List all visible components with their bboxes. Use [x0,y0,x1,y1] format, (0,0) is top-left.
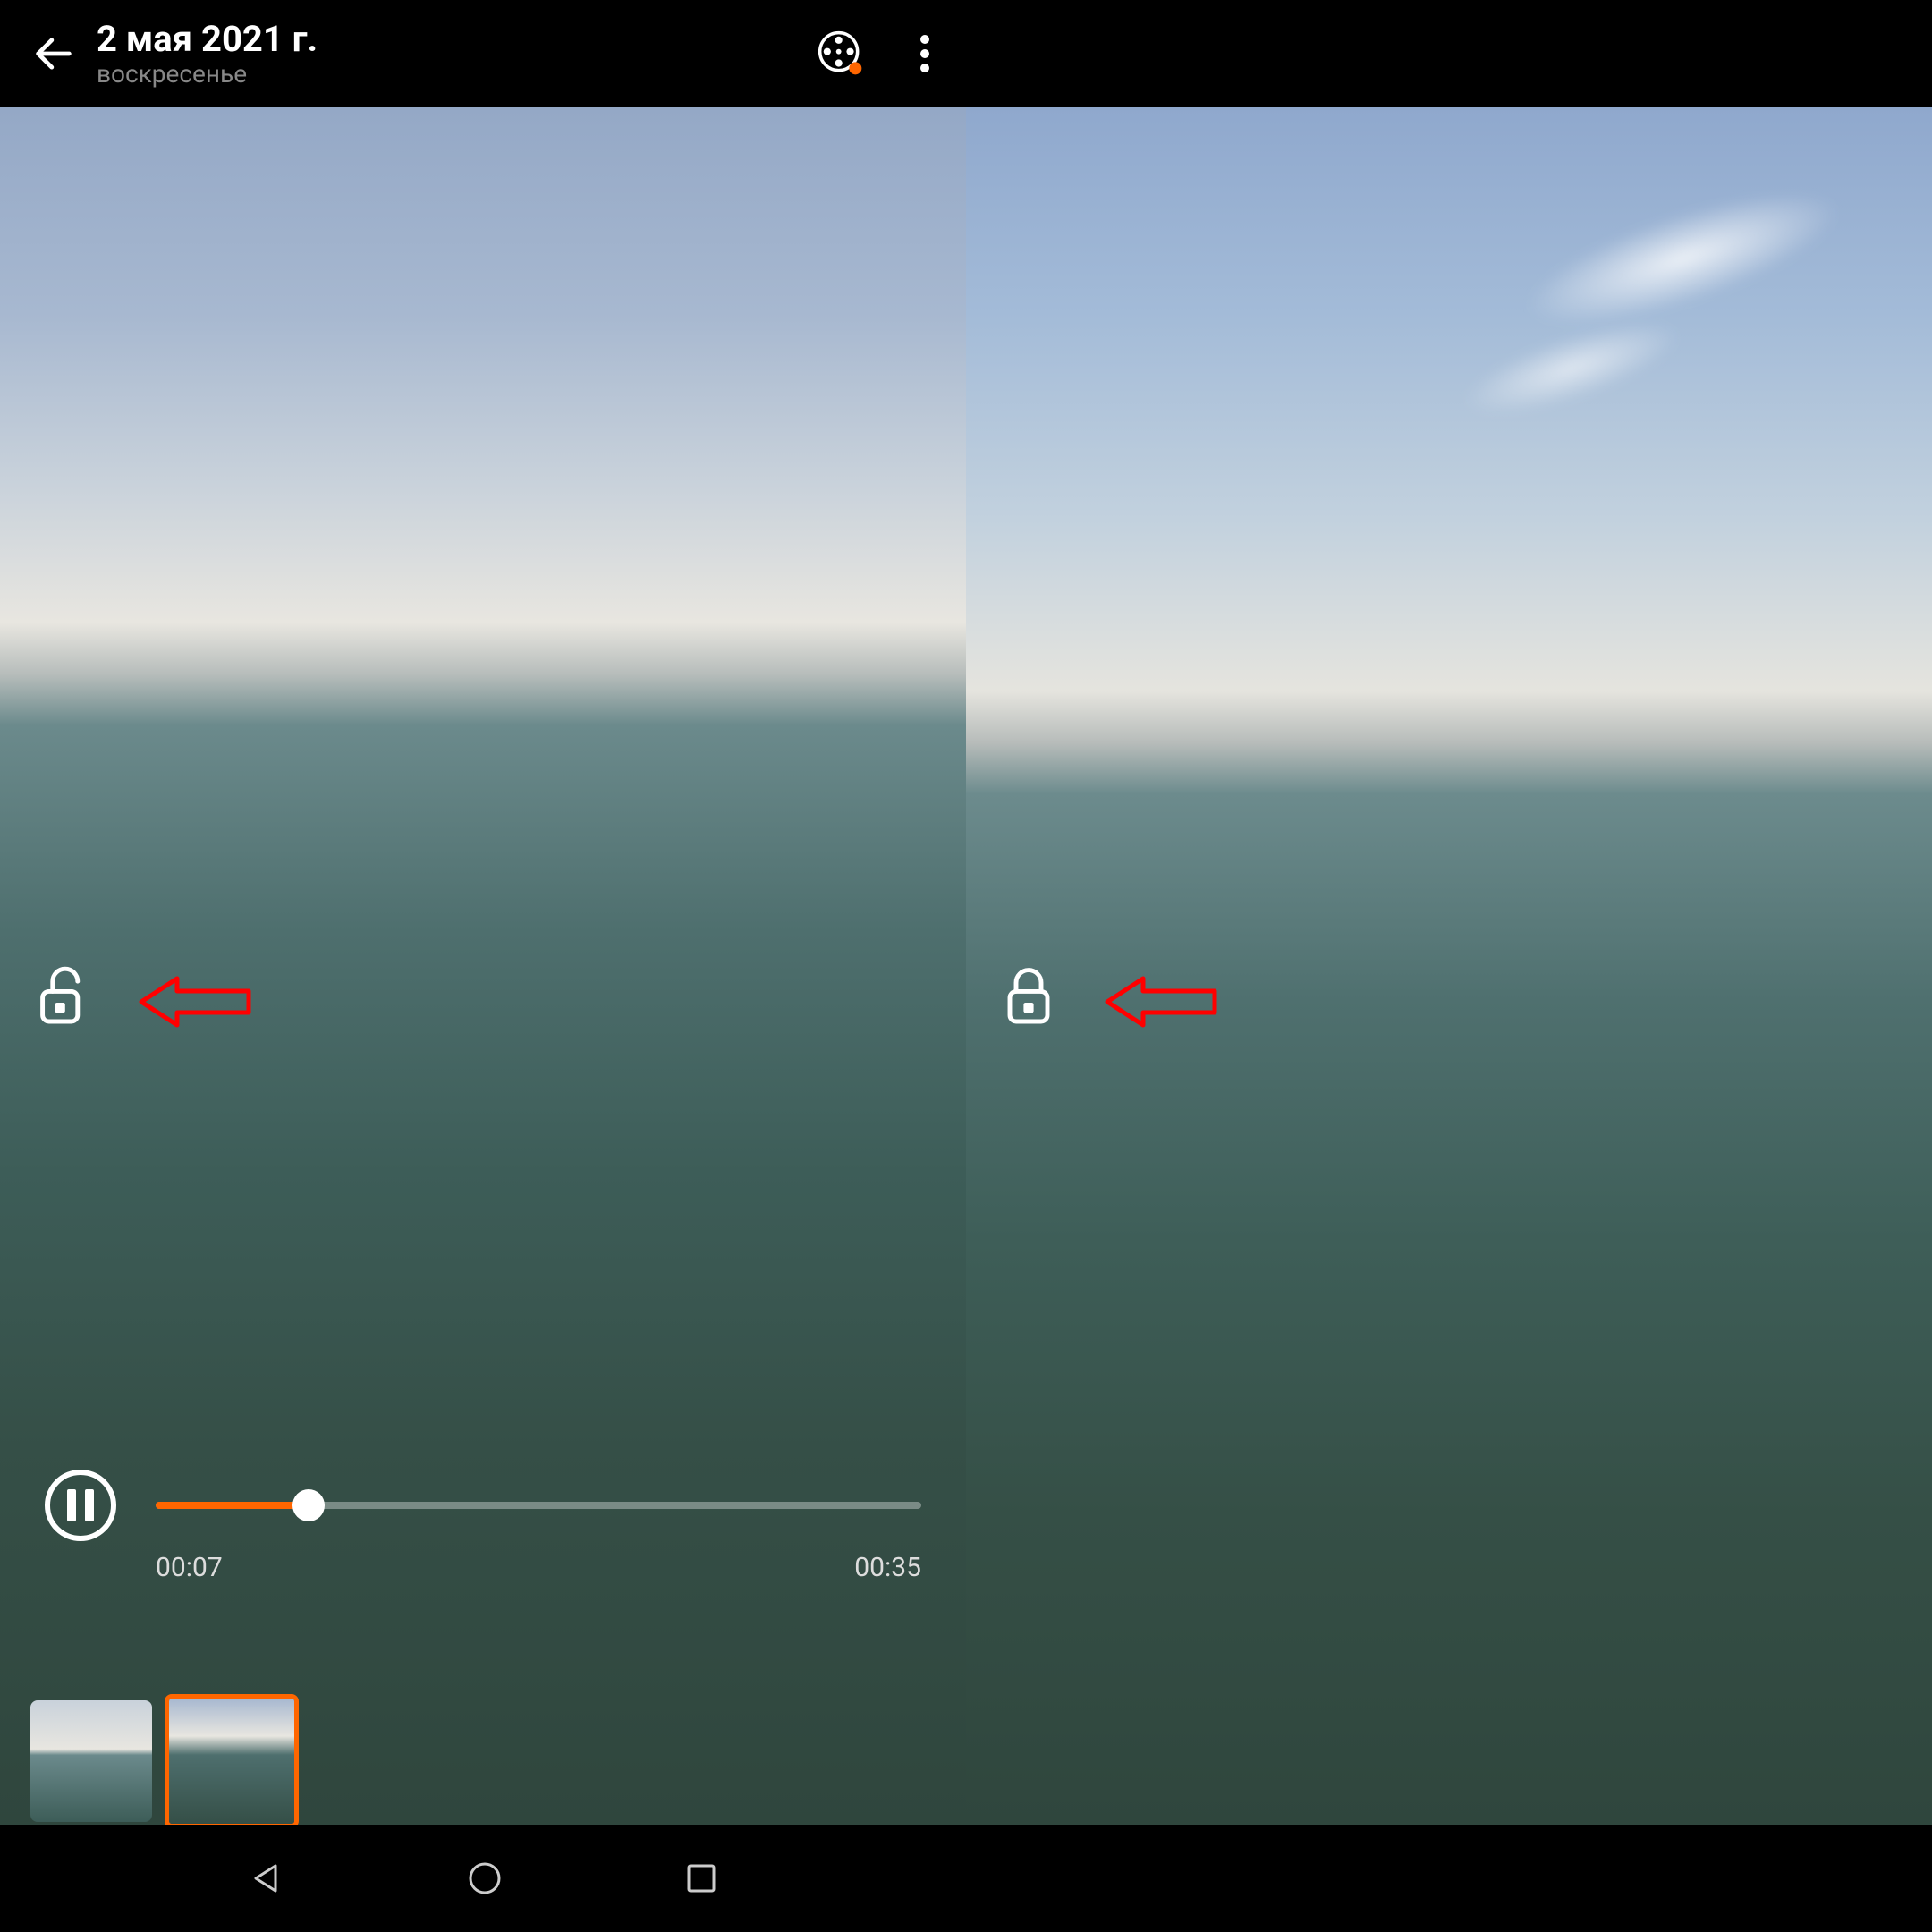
screen-lock-toggle-unlocked[interactable] [38,966,91,1029]
right-pane [966,107,1932,1825]
nav-recents-button[interactable] [683,1860,719,1896]
top-actions [0,0,966,107]
nav-back-button[interactable] [247,1859,286,1898]
more-options-button[interactable] [919,32,930,75]
nav-home-button[interactable] [465,1859,504,1898]
thumbnail-2-selected[interactable] [165,1694,299,1825]
seek-thumb[interactable] [292,1489,325,1521]
current-time-label: 00:07 [156,1552,223,1583]
circle-home-icon [465,1859,504,1898]
left-pane: 00:07 00:35 [0,107,966,1825]
pause-icon [67,1489,94,1521]
triangle-back-icon [247,1859,286,1898]
film-reel-icon [816,29,866,79]
unlock-icon [38,966,88,1027]
lock-icon [1004,966,1054,1027]
app-root: 2 мая 2021 г. воскресенье [0,0,1932,1932]
seek-bar[interactable] [156,1487,921,1523]
arrow-left-annotation-icon [1100,966,1225,1038]
square-recents-icon [683,1860,719,1896]
pause-button[interactable] [45,1470,116,1541]
android-nav-bar [0,1825,966,1932]
screen-lock-toggle-locked[interactable] [1004,966,1057,1029]
annotation-arrow-right [1100,966,1225,1038]
player-controls: 00:07 00:35 [0,1470,966,1583]
annotation-arrow-left [134,966,259,1038]
more-vertical-icon [919,32,930,75]
seek-track-fill [156,1502,309,1509]
total-time-label: 00:35 [854,1552,921,1583]
film-reel-button[interactable] [816,29,866,79]
comparison-panes: 00:07 00:35 [0,107,1932,1825]
thumbnail-1[interactable] [30,1700,152,1822]
arrow-left-annotation-icon [134,966,259,1038]
thumbnail-strip[interactable] [30,1694,299,1825]
